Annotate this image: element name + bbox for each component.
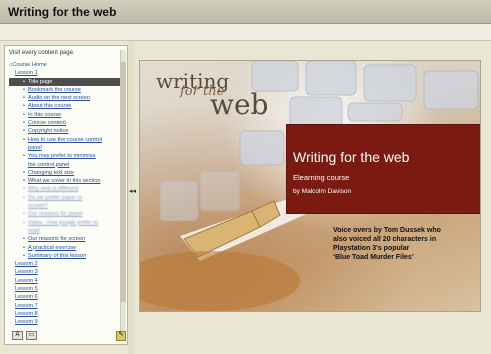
- slide-content: writing for the web Writing for the web …: [139, 60, 481, 312]
- lesson-1-item-label: Do we prefer paper or: [28, 194, 83, 201]
- lesson-1-item[interactable]: • Audio on the next screen: [9, 94, 123, 102]
- lesson-1-item-label: Summary of this lesson: [28, 252, 87, 259]
- slide-author: by Malcolm Davison: [293, 188, 352, 195]
- lesson-1-item-label: About this course: [28, 103, 72, 110]
- lesson-1-item[interactable]: • A practical exercise: [9, 244, 123, 252]
- lesson-1-item-label: Changing text size: [28, 169, 75, 176]
- lesson-1-item[interactable]: • How to use the course control: [9, 136, 123, 144]
- sidebar-scrollbar[interactable]: [120, 50, 126, 332]
- lesson-link[interactable]: Lesson 7: [9, 302, 123, 310]
- notes-icon[interactable]: ✎: [116, 331, 126, 341]
- voiceover-line: Playstation 3's popular: [333, 245, 410, 252]
- lesson-1-label: Lesson 1: [15, 70, 38, 77]
- lesson-1-item[interactable]: • You may prefer to minimise: [9, 152, 123, 160]
- lesson-link[interactable]: Lesson 3: [9, 268, 123, 276]
- lesson-1-item[interactable]: • Course content: [9, 119, 123, 127]
- print-button[interactable]: ▭: [26, 331, 37, 340]
- lesson-1-item-label: Bookmark the course: [28, 86, 81, 93]
- lesson-link[interactable]: Lesson 4: [9, 277, 123, 285]
- lesson-1-item-label: A practical exercise: [28, 244, 77, 251]
- lesson-1-item-label: Video - how people prefer to: [28, 219, 99, 226]
- lesson-1-item[interactable]: • Our reasons for paper: [9, 210, 123, 218]
- lesson-1-item-label: What we cover in this section: [28, 178, 101, 185]
- lesson-1-item-label: Our reasons for paper: [28, 211, 83, 218]
- text-size-button[interactable]: A: [12, 331, 23, 340]
- course-navigation-panel: Visit every content page. ⌂Course Home L…: [4, 45, 128, 345]
- lesson-1-item[interactable]: • What we cover in this section: [9, 177, 123, 185]
- lesson-1-item[interactable]: • Changing text size: [9, 169, 123, 177]
- lesson-link[interactable]: Lesson 2: [9, 260, 123, 268]
- lesson-1-item[interactable]: • Bookmark the course: [9, 86, 123, 94]
- lesson-1-item-label: Course content: [28, 120, 66, 127]
- lesson-1-item[interactable]: the control panel: [9, 161, 123, 169]
- lesson-1-item[interactable]: • In this course: [9, 111, 123, 119]
- course-home-label: Course Home: [12, 62, 47, 68]
- lesson-1-item-label: Title page: [28, 78, 53, 85]
- lesson-1-item-label: How to use the course control: [28, 136, 102, 143]
- lesson-1-item-label: Audio on the next screen: [28, 95, 90, 102]
- course-home-link[interactable]: ⌂Course Home: [9, 61, 123, 69]
- lesson-1-item[interactable]: • Why web is different: [9, 185, 123, 193]
- lesson-1-item[interactable]: • Copyright notice: [9, 127, 123, 135]
- slide-title: Writing for the web: [293, 149, 410, 165]
- lesson-1-item-label: the control panel: [28, 161, 70, 168]
- voiceover-line: ‘Blue Toad Murder Files’: [333, 254, 414, 261]
- lesson-1-item-label: screen?: [28, 203, 48, 210]
- lesson-1-item[interactable]: • Summary of this lesson: [9, 252, 123, 260]
- lesson-1-item-label: read: [28, 227, 40, 234]
- voiceover-line: Voice overs by Tom Dussek who: [333, 227, 441, 234]
- panel-splitter[interactable]: ◂◂: [128, 41, 136, 354]
- slide-subtitle: Elearning course: [293, 173, 350, 182]
- window-title: Writing for the web: [8, 5, 117, 19]
- lesson-1-item[interactable]: • About this course: [9, 102, 123, 110]
- lesson-1-item[interactable]: • Our reasons for screen: [9, 235, 123, 243]
- lesson-1-item-label: panel: [28, 144, 42, 151]
- lesson-link[interactable]: Lesson 6: [9, 293, 123, 301]
- toolbar-strip: [0, 24, 491, 41]
- lesson-1-item-label: Copyright notice: [28, 128, 69, 135]
- logo-line-3: web: [210, 88, 269, 121]
- sidebar-scroll-thumb[interactable]: [121, 62, 126, 302]
- lesson-1-item-label: In this course: [28, 111, 62, 118]
- course-tree: ⌂Course Home Lesson 1 • Title page • Bookma…: [9, 61, 123, 327]
- collapse-arrow-icon[interactable]: ◂◂: [129, 187, 136, 195]
- title-bar: Writing for the web: [0, 0, 491, 24]
- lesson-1-item[interactable]: screen?: [9, 202, 123, 210]
- lesson-1-item-label: Our reasons for screen: [28, 236, 86, 243]
- lesson-1-item[interactable]: • Title page: [9, 77, 123, 86]
- lesson-1-item[interactable]: read: [9, 227, 123, 235]
- lesson-1-item[interactable]: • Do we prefer paper or: [9, 194, 123, 202]
- title-card: Writing for the web Elearning course by …: [286, 124, 480, 214]
- lesson-1-item-label: You may prefer to minimise: [28, 153, 96, 160]
- lesson-link[interactable]: Lesson 9: [9, 318, 123, 326]
- voiceover-credit: Voice overs by Tom Dussek who also voice…: [333, 226, 463, 262]
- intro-text: Visit every content page.: [9, 50, 75, 56]
- lesson-1-item-label: Why web is different: [28, 186, 79, 193]
- lesson-link[interactable]: Lesson 8: [9, 310, 123, 318]
- lesson-1-item[interactable]: • Video - how people prefer to: [9, 219, 123, 227]
- lesson-1[interactable]: Lesson 1: [9, 69, 123, 77]
- lesson-link[interactable]: Lesson 5: [9, 285, 123, 293]
- voiceover-line: also voiced all 20 characters in: [333, 236, 437, 243]
- lesson-1-item[interactable]: panel: [9, 144, 123, 152]
